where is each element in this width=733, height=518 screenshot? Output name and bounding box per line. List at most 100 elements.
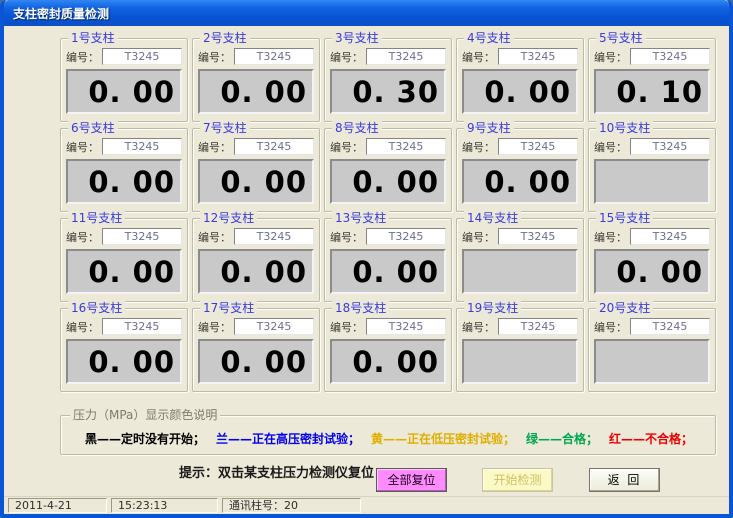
pillar-panel[interactable]: 1号支柱 编号： T3245 0. 00 xyxy=(60,38,188,122)
panel-title: 15号支柱 xyxy=(596,211,653,225)
id-value-field[interactable]: T3245 xyxy=(498,48,578,65)
panel-title: 12号支柱 xyxy=(200,211,257,225)
legend-item: 红——不合格； xyxy=(609,430,693,447)
id-value-field[interactable]: T3245 xyxy=(366,48,446,65)
id-value-field[interactable]: T3245 xyxy=(366,318,446,335)
start-detect-button[interactable]: 开始检测 xyxy=(482,468,553,492)
window-title: 支柱密封质量检测 xyxy=(13,5,109,22)
panel-id-row: 编号： T3245 xyxy=(330,318,446,335)
legend-item: 黑——定时没有开始； xyxy=(85,430,205,447)
pillar-panel[interactable]: 6号支柱 编号： T3245 0. 00 xyxy=(60,128,188,212)
pressure-display[interactable]: 0. 00 xyxy=(66,159,182,204)
id-label: 编号： xyxy=(66,229,99,245)
panel-id-row: 编号： T3245 xyxy=(66,138,182,155)
id-value-field[interactable]: T3245 xyxy=(366,138,446,155)
pillar-panel[interactable]: 7号支柱 编号： T3245 0. 00 xyxy=(192,128,320,212)
id-value-field[interactable]: T3245 xyxy=(498,228,578,245)
pillar-panel[interactable]: 15号支柱 编号： T3245 0. 00 xyxy=(588,218,716,302)
pillar-panel[interactable]: 2号支柱 编号： T3245 0. 00 xyxy=(192,38,320,122)
id-label: 编号： xyxy=(198,49,231,65)
pressure-display[interactable]: 0. 10 xyxy=(594,69,710,114)
panel-id-row: 编号： T3245 xyxy=(330,228,446,245)
pressure-display[interactable]: 0. 00 xyxy=(198,69,314,114)
id-label: 编号： xyxy=(198,229,231,245)
pressure-display[interactable]: 0. 00 xyxy=(330,249,446,294)
pillar-panel[interactable]: 8号支柱 编号： T3245 0. 00 xyxy=(324,128,452,212)
panel-id-row: 编号： T3245 xyxy=(66,318,182,335)
id-label: 编号： xyxy=(330,139,363,155)
pressure-display[interactable]: 0. 00 xyxy=(66,69,182,114)
pressure-display[interactable]: 0. 00 xyxy=(330,339,446,384)
panel-title: 14号支柱 xyxy=(464,211,521,225)
pillar-panel[interactable]: 4号支柱 编号： T3245 0. 00 xyxy=(456,38,584,122)
id-value-field[interactable]: T3245 xyxy=(102,48,182,65)
pressure-display[interactable]: 0. 00 xyxy=(462,69,578,114)
pressure-display[interactable]: 0. 00 xyxy=(198,339,314,384)
pillar-panel[interactable]: 5号支柱 编号： T3245 0. 10 xyxy=(588,38,716,122)
status-bar: 2011-4-21 15:23:13 通讯柱号：20 xyxy=(4,496,729,514)
id-label: 编号： xyxy=(462,319,495,335)
id-value-field[interactable]: T3245 xyxy=(630,228,710,245)
pressure-display[interactable]: 0. 30 xyxy=(330,69,446,114)
pillar-panel[interactable]: 3号支柱 编号： T3245 0. 30 xyxy=(324,38,452,122)
status-date: 2011-4-21 xyxy=(8,498,107,513)
id-value-field[interactable]: T3245 xyxy=(102,138,182,155)
panel-title: 8号支柱 xyxy=(332,121,382,135)
panel-id-row: 编号： T3245 xyxy=(66,228,182,245)
panel-id-row: 编号： T3245 xyxy=(198,228,314,245)
panel-title: 2号支柱 xyxy=(200,31,250,45)
title-bar[interactable]: 支柱密封质量检测 xyxy=(4,0,729,26)
id-label: 编号： xyxy=(462,229,495,245)
pressure-display[interactable]: 0. 00 xyxy=(330,159,446,204)
pressure-display[interactable] xyxy=(462,339,578,384)
id-value-field[interactable]: T3245 xyxy=(630,138,710,155)
return-button[interactable]: 返 回 xyxy=(589,468,660,492)
pressure-display[interactable]: 0. 00 xyxy=(66,249,182,294)
pillar-panel[interactable]: 18号支柱 编号： T3245 0. 00 xyxy=(324,308,452,392)
id-value-field[interactable]: T3245 xyxy=(102,318,182,335)
pillar-panel[interactable]: 9号支柱 编号： T3245 0. 00 xyxy=(456,128,584,212)
panel-id-row: 编号： T3245 xyxy=(594,318,710,335)
pressure-display[interactable]: 0. 00 xyxy=(594,249,710,294)
pillar-panel[interactable]: 13号支柱 编号： T3245 0. 00 xyxy=(324,218,452,302)
id-value-field[interactable]: T3245 xyxy=(498,318,578,335)
pillar-panel-grid: 1号支柱 编号： T3245 0. 00 2号支柱 编号： T3245 0. 0… xyxy=(60,38,716,392)
id-value-field[interactable]: T3245 xyxy=(234,228,314,245)
id-value-field[interactable]: T3245 xyxy=(498,138,578,155)
status-time: 15:23:13 xyxy=(111,498,218,513)
pressure-display[interactable]: 0. 00 xyxy=(198,159,314,204)
id-value-field[interactable]: T3245 xyxy=(630,318,710,335)
id-label: 编号： xyxy=(462,49,495,65)
pillar-panel[interactable]: 14号支柱 编号： T3245 xyxy=(456,218,584,302)
pillar-panel[interactable]: 12号支柱 编号： T3245 0. 00 xyxy=(192,218,320,302)
client-area: 1号支柱 编号： T3245 0. 00 2号支柱 编号： T3245 0. 0… xyxy=(4,26,729,496)
pressure-display[interactable] xyxy=(594,159,710,204)
pressure-display[interactable]: 0. 00 xyxy=(462,159,578,204)
pillar-panel[interactable]: 17号支柱 编号： T3245 0. 00 xyxy=(192,308,320,392)
id-value-field[interactable]: T3245 xyxy=(102,228,182,245)
legend-item: 兰——正在高压密封试验； xyxy=(216,430,360,447)
pressure-display[interactable] xyxy=(462,249,578,294)
panel-title: 19号支柱 xyxy=(464,301,521,315)
panel-title: 20号支柱 xyxy=(596,301,653,315)
panel-id-row: 编号： T3245 xyxy=(330,48,446,65)
id-value-field[interactable]: T3245 xyxy=(234,318,314,335)
pillar-panel[interactable]: 11号支柱 编号： T3245 0. 00 xyxy=(60,218,188,302)
id-label: 编号： xyxy=(594,49,627,65)
pressure-display[interactable]: 0. 00 xyxy=(66,339,182,384)
id-value-field[interactable]: T3245 xyxy=(234,48,314,65)
pressure-display[interactable]: 0. 00 xyxy=(198,249,314,294)
pillar-panel[interactable]: 16号支柱 编号： T3245 0. 00 xyxy=(60,308,188,392)
id-value-field[interactable]: T3245 xyxy=(630,48,710,65)
pressure-display[interactable] xyxy=(594,339,710,384)
reset-all-button[interactable]: 全部复位 xyxy=(376,468,447,492)
pillar-panel[interactable]: 10号支柱 编号： T3245 xyxy=(588,128,716,212)
id-value-field[interactable]: T3245 xyxy=(366,228,446,245)
pillar-panel[interactable]: 19号支柱 编号： T3245 xyxy=(456,308,584,392)
status-comm-pillar: 通讯柱号：20 xyxy=(222,498,361,513)
legend-title: 压力（MPa）显示颜色说明 xyxy=(70,408,220,422)
app-window: 支柱密封质量检测 1号支柱 编号： T3245 0. 00 2号支柱 编号： T… xyxy=(0,0,733,518)
panel-id-row: 编号： T3245 xyxy=(330,138,446,155)
pillar-panel[interactable]: 20号支柱 编号： T3245 xyxy=(588,308,716,392)
id-value-field[interactable]: T3245 xyxy=(234,138,314,155)
